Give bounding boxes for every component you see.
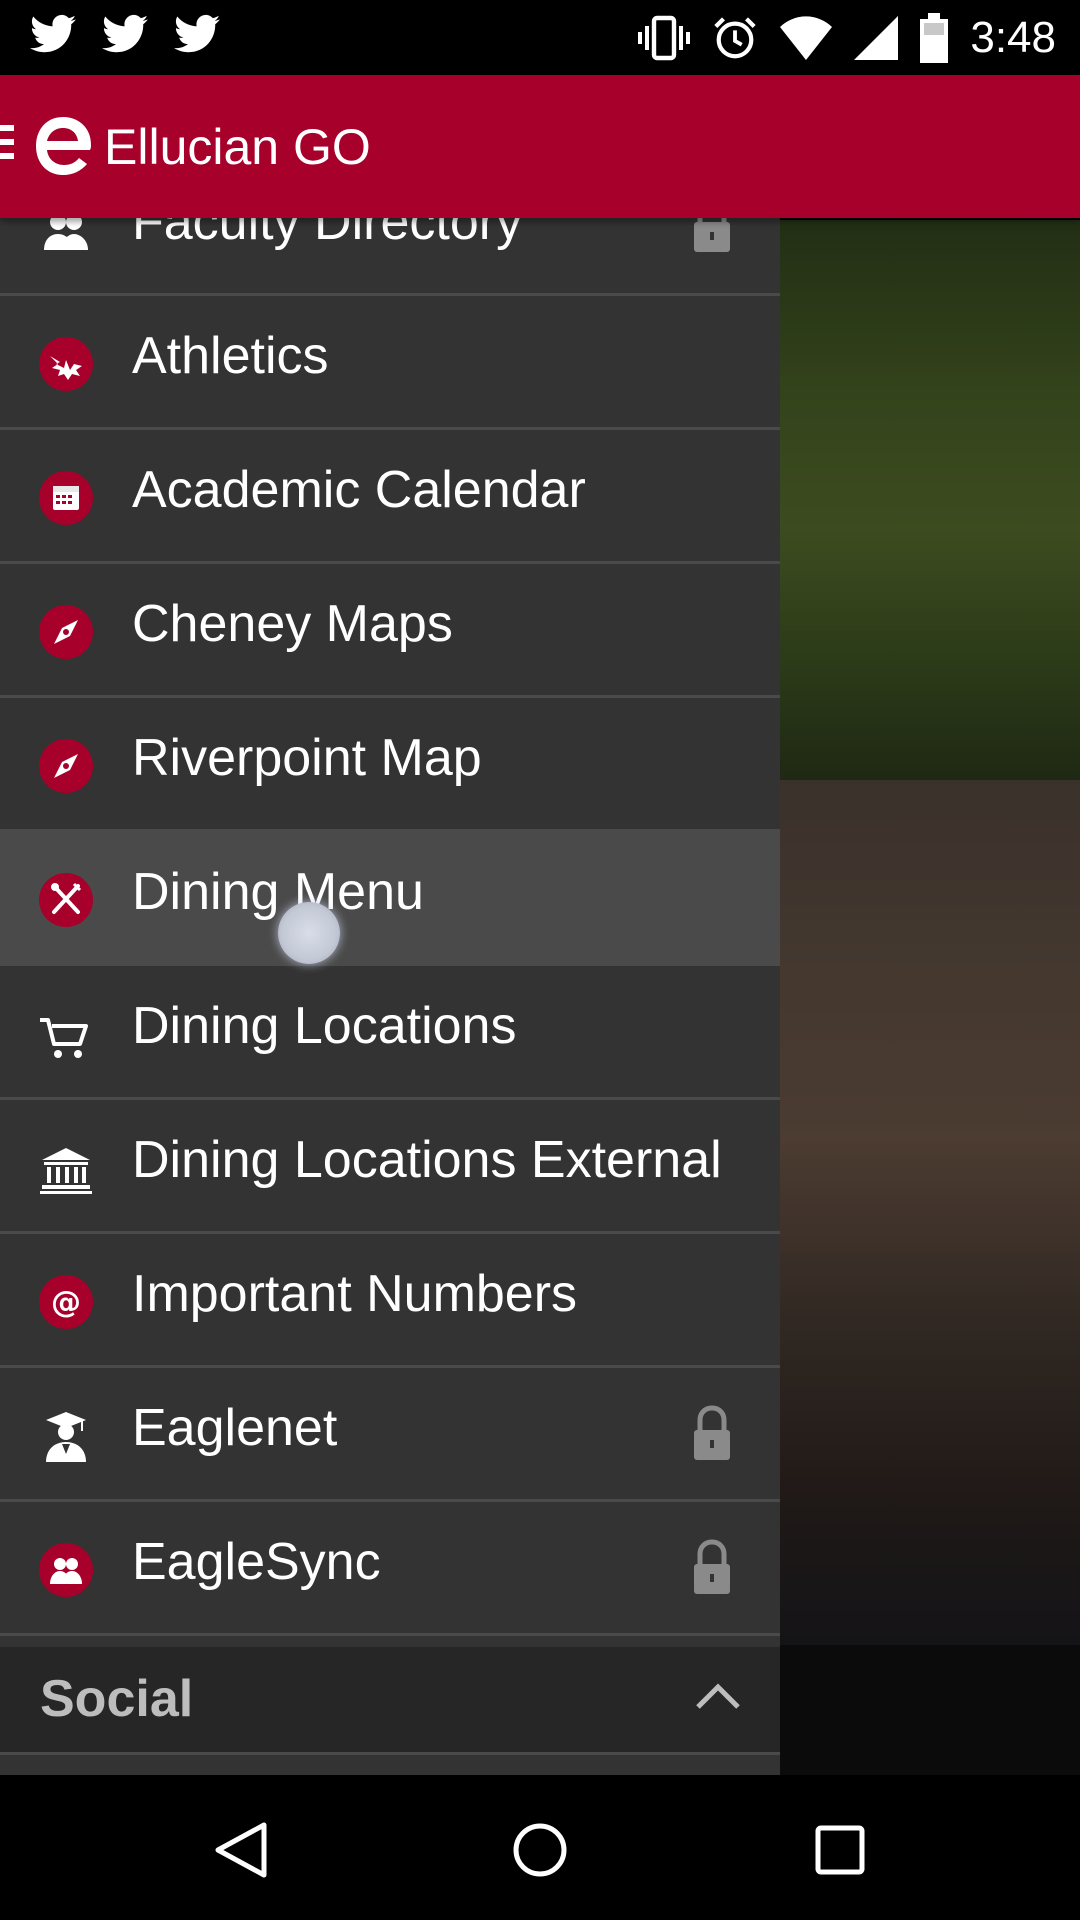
hamburger-icon[interactable]	[0, 125, 14, 171]
section-label: Social	[40, 1670, 194, 1728]
drawer-item-label: Dining Locations External	[132, 1131, 722, 1189]
drawer-item-label: Dining Locations	[132, 997, 517, 1055]
graduate-icon	[46, 1412, 86, 1462]
scrim-overlay[interactable]	[780, 220, 1080, 1775]
back-icon[interactable]	[206, 1815, 276, 1885]
cart-icon	[40, 1018, 88, 1058]
navigation-drawer: Faculty Directory Athletics Academic Cal…	[0, 218, 780, 1775]
home-icon[interactable]	[505, 1815, 575, 1885]
recents-icon[interactable]	[805, 1815, 875, 1885]
drawer-item-eaglenet[interactable]: Eaglenet	[0, 1368, 780, 1502]
system-nav-bar	[0, 1775, 1080, 1920]
twitter-icon	[102, 14, 148, 53]
drawer-item-eaglesync[interactable]: EagleSync	[0, 1502, 780, 1636]
system-icons: 3:48	[638, 10, 1056, 66]
drawer-item-riverpoint-map[interactable]: Riverpoint Map	[0, 698, 780, 832]
background-photo	[780, 220, 1080, 1775]
notification-icons	[30, 14, 220, 54]
section-header-social[interactable]: Social	[0, 1647, 780, 1755]
compass-icon	[39, 739, 93, 793]
drawer-item-faculty-directory[interactable]: Faculty Directory	[0, 218, 780, 296]
eagle-icon	[39, 337, 93, 391]
lock-icon	[694, 218, 730, 252]
drawer-item-label: Academic Calendar	[132, 461, 586, 519]
drawer-item-academic-calendar[interactable]: Academic Calendar	[0, 430, 780, 564]
chevron-up-icon[interactable]	[694, 1681, 742, 1713]
drawer-item-label: Dining Menu	[132, 863, 424, 921]
app-bar: Ellucian GO	[0, 75, 1080, 218]
touch-indicator	[278, 902, 340, 964]
battery-icon	[920, 13, 949, 63]
app-title: Ellucian GO	[104, 119, 371, 175]
lock-icon	[694, 1539, 730, 1594]
drawer-item-dining-locations[interactable]: Dining Locations	[0, 966, 780, 1100]
compass-icon	[39, 605, 93, 659]
wifi-icon	[780, 16, 833, 60]
svg-text:@: @	[51, 1285, 81, 1320]
people-circle-icon	[39, 1543, 93, 1597]
drawer-item-important-numbers[interactable]: @ Important Numbers	[0, 1234, 780, 1368]
bank-icon	[40, 1148, 92, 1194]
drawer-item-label: Eaglenet	[132, 1399, 338, 1457]
alarm-icon	[714, 17, 757, 59]
drawer-item-dining-locations-external[interactable]: Dining Locations External	[0, 1100, 780, 1234]
fork-knife-icon	[39, 873, 93, 927]
signal-icon	[854, 16, 899, 60]
drawer-item-athletics[interactable]: Athletics	[0, 296, 780, 430]
clock-time: 3:48	[970, 13, 1056, 62]
twitter-icon	[174, 14, 220, 53]
status-bar: 3:48	[0, 0, 1080, 75]
at-icon: @	[39, 1275, 93, 1329]
vibrate-icon	[638, 15, 691, 61]
drawer-item-label: Cheney Maps	[132, 595, 453, 653]
ellucian-logo-icon[interactable]	[32, 113, 94, 179]
drawer-item-label: Athletics	[132, 327, 329, 385]
drawer-item-label: EagleSync	[132, 1533, 381, 1591]
drawer-item-cheney-maps[interactable]: Cheney Maps	[0, 564, 780, 698]
drawer-item-label: Faculty Directory	[132, 218, 523, 251]
drawer-item-label: Riverpoint Map	[132, 729, 482, 787]
lock-icon	[694, 1405, 730, 1460]
drawer-item-dining-menu[interactable]: Dining Menu	[0, 832, 780, 966]
twitter-icon	[30, 14, 76, 53]
calendar-icon	[39, 471, 93, 525]
people-icon	[44, 218, 88, 250]
drawer-item-label: Important Numbers	[132, 1265, 578, 1323]
